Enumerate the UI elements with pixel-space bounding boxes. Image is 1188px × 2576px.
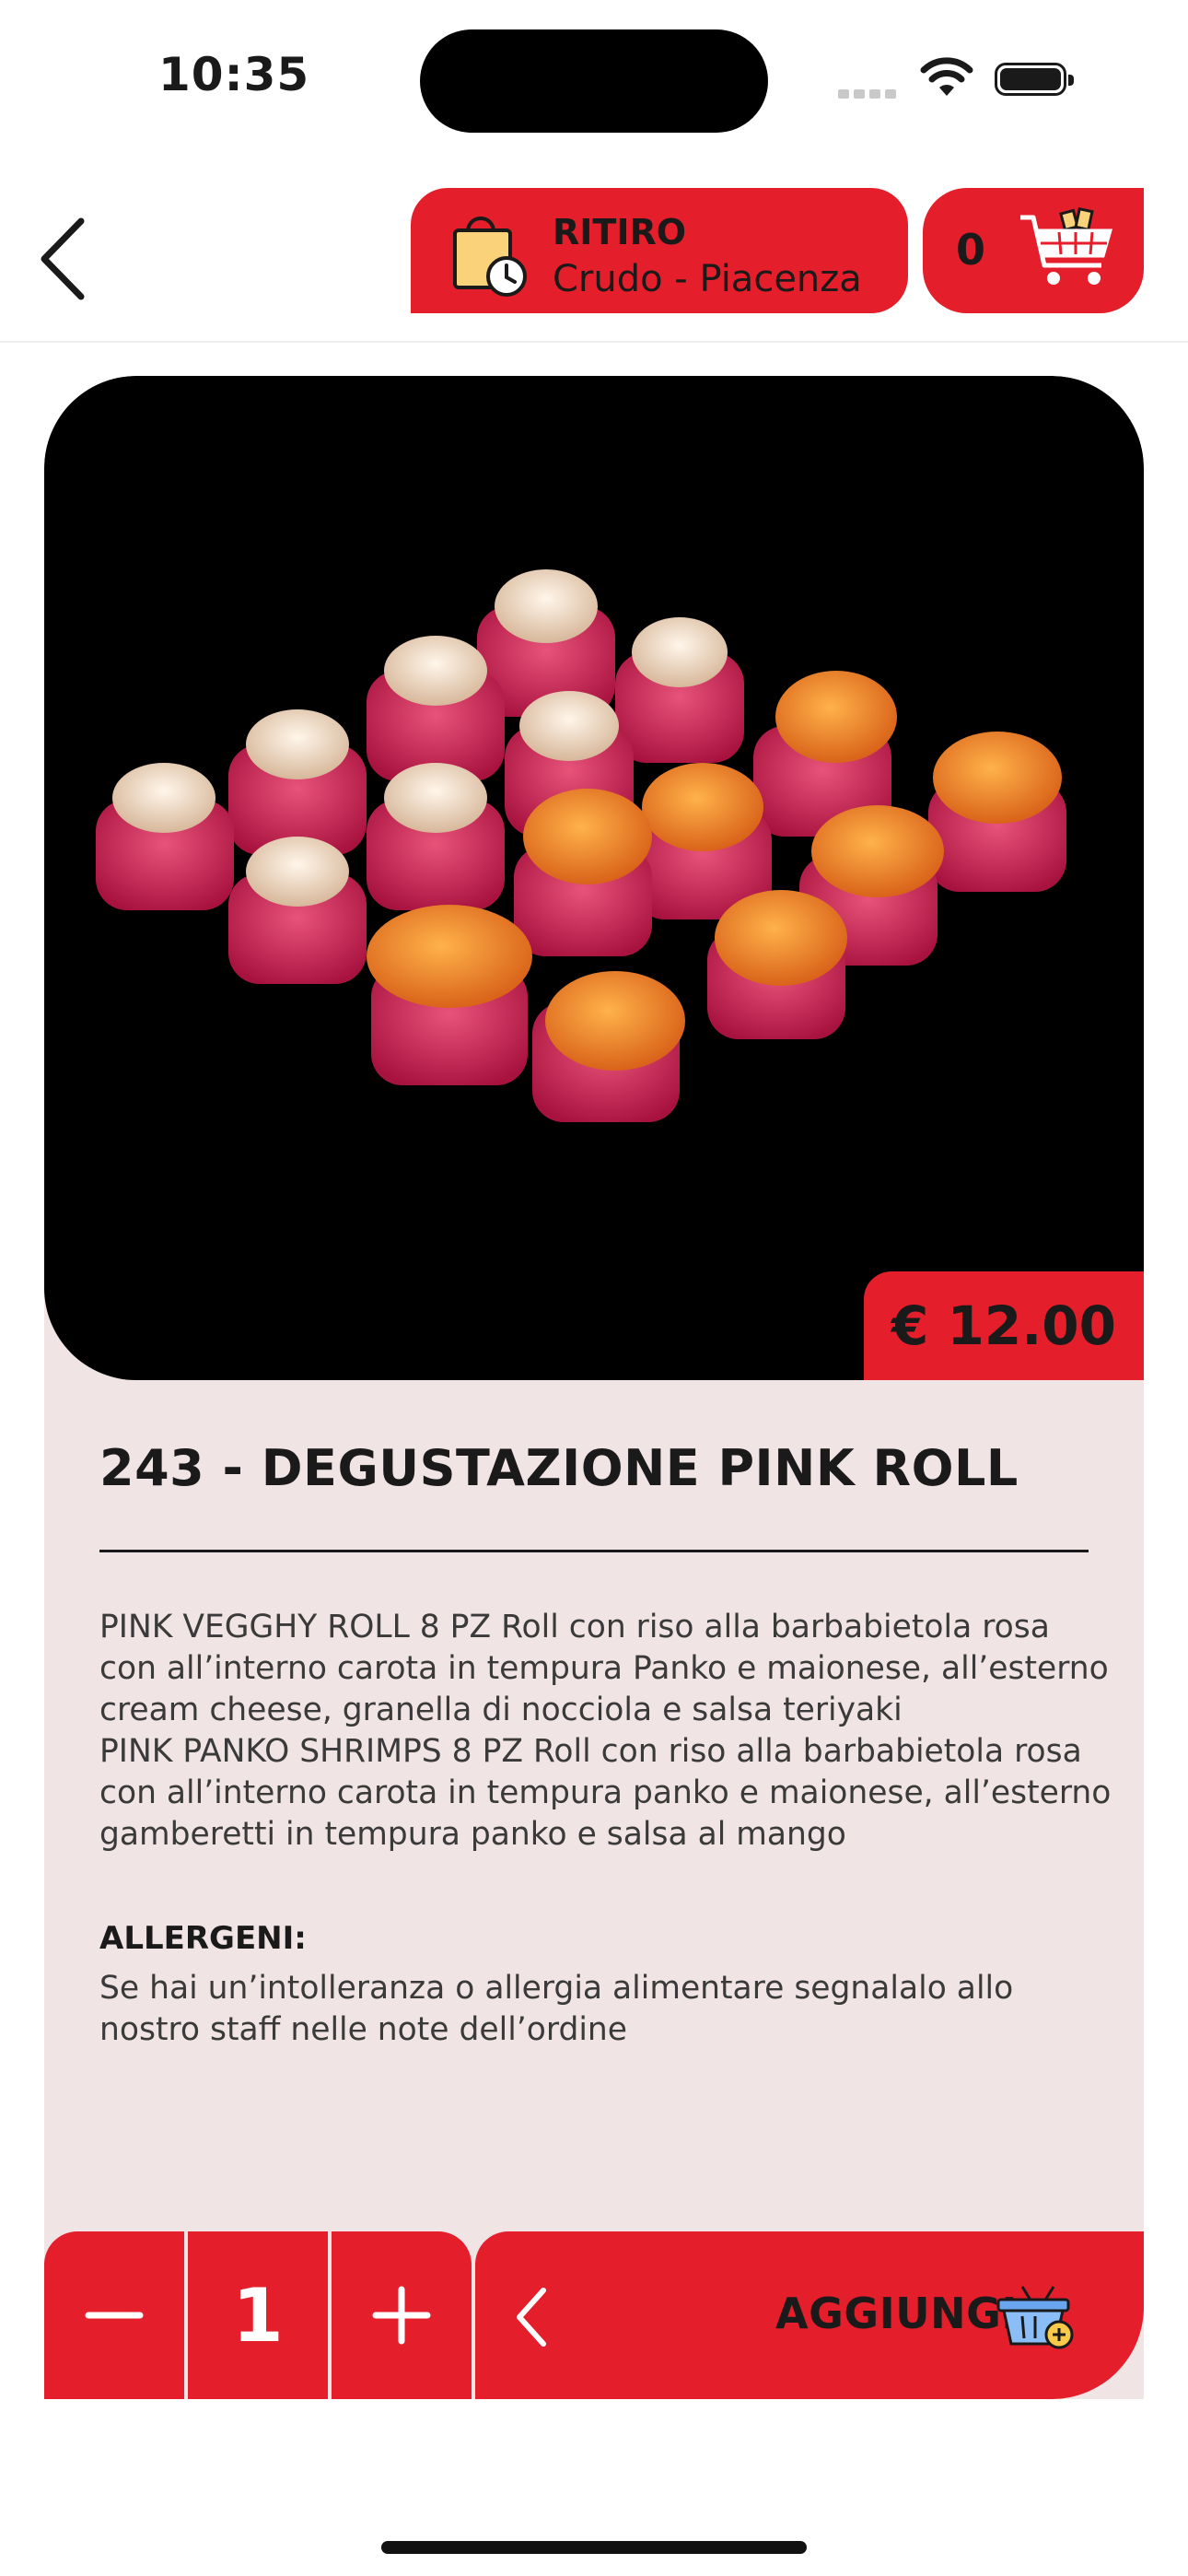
- dynamic-island: [420, 29, 768, 133]
- product-title: 243 - DEGUSTAZIONE PINK ROLL: [99, 1439, 1019, 1497]
- divider: [99, 1550, 1089, 1552]
- wifi-icon: [920, 57, 973, 96]
- price-tag: € 12.00: [863, 1271, 1144, 1380]
- battery-icon: [995, 63, 1074, 96]
- quantity-value: 1: [188, 2231, 328, 2399]
- top-bar: RITIRO Crudo - Piacenza 0: [0, 175, 1188, 343]
- cart-count: 0: [956, 225, 986, 275]
- back-chevron-icon: [41, 217, 85, 300]
- add-to-cart-bar: 1 AGGIUNGI: [44, 2231, 1144, 2399]
- sushi-rolls-image: [96, 569, 1066, 1122]
- back-button[interactable]: [35, 208, 99, 310]
- home-indicator[interactable]: [381, 2541, 807, 2554]
- product-photo: [44, 376, 1144, 1380]
- basket-add-icon: [996, 2286, 1074, 2349]
- decrease-quantity-button[interactable]: [44, 2231, 184, 2399]
- cart-button[interactable]: 0: [923, 188, 1144, 313]
- store-name: Crudo - Piacenza: [553, 258, 862, 300]
- status-time: 10:35: [158, 48, 310, 101]
- chevron-left-icon: [517, 2288, 546, 2347]
- cellular-icon: [838, 85, 901, 102]
- allergen-text: Se hai un’intolleranza o allergia alimen…: [99, 1970, 1014, 2048]
- add-to-cart-button[interactable]: AGGIUNGI: [475, 2231, 1144, 2399]
- product-card: € 12.00 243 - DEGUSTAZIONE PINK ROLL PIN…: [44, 376, 1144, 2399]
- pickup-location-selector[interactable]: RITIRO Crudo - Piacenza: [411, 188, 908, 313]
- plus-icon: [372, 2286, 431, 2345]
- pickup-mode-label: RITIRO: [553, 212, 687, 252]
- shopping-bag-clock-icon: [453, 217, 527, 297]
- product-description: PINK VEGGHY ROLL 8 PZ Roll con riso alla…: [99, 1609, 1112, 1853]
- status-icons: [838, 57, 1087, 103]
- add-to-cart-label: AGGIUNGI: [775, 2289, 1018, 2338]
- minus-icon: [85, 2312, 144, 2319]
- allergen-heading: ALLERGENI:: [99, 1920, 307, 1957]
- increase-quantity-button[interactable]: [332, 2231, 472, 2399]
- cart-icon: [1020, 206, 1112, 285]
